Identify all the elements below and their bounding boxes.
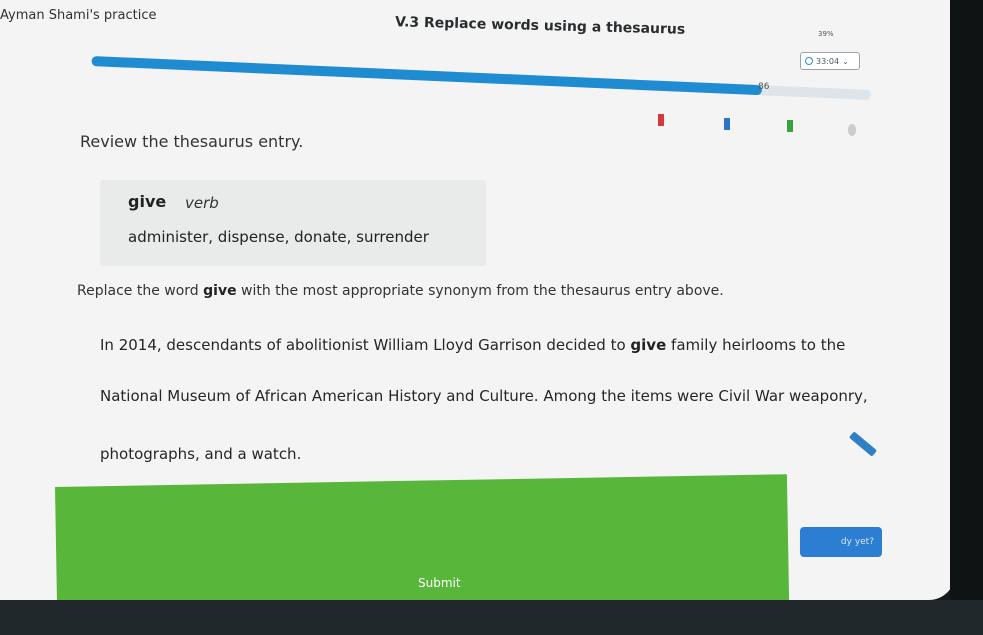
progress-fill	[91, 55, 762, 96]
red-flag-icon	[658, 114, 664, 126]
ready-label: dy yet?	[840, 537, 874, 547]
smart-score: 86	[758, 82, 770, 92]
progress-bar	[91, 52, 872, 104]
green-flag-icon	[787, 120, 793, 132]
blue-flag-icon	[724, 118, 730, 130]
passage-line: photographs, and a watch.	[100, 445, 302, 463]
entry-part-of-speech: verb	[185, 194, 219, 212]
passage-target-word[interactable]: give	[630, 336, 666, 354]
pencil-icon[interactable]	[848, 431, 878, 457]
passage-text: family heirlooms to the	[666, 336, 846, 354]
header-title: Ayman Shami's practice	[0, 8, 157, 23]
question-prompt: Replace the word give with the most appr…	[77, 283, 724, 299]
ready-button[interactable]: dy yet?	[800, 527, 882, 557]
prompt-text-before: Replace the word	[77, 283, 204, 299]
submit-button[interactable]: Submit	[418, 576, 461, 590]
chevron-down-icon: ⌄	[842, 56, 849, 66]
timer-value: 33:04	[816, 56, 840, 66]
status-bar: 39%	[818, 30, 834, 38]
device-bezel	[0, 600, 983, 635]
question-instruction: Review the thesaurus entry.	[80, 132, 304, 151]
entry-synonyms: administer, dispense, donate, surrender	[128, 228, 429, 246]
prompt-text-after: with the most appropriate synonym from t…	[236, 283, 724, 299]
goal-icon	[848, 124, 856, 136]
passage-text: In 2014, descendants of abolitionist Wil…	[100, 336, 631, 354]
entry-word: give	[128, 192, 167, 211]
passage-line: National Museum of African American Hist…	[100, 387, 868, 405]
thesaurus-entry: give verb administer, dispense, donate, …	[100, 180, 486, 266]
practice-name: V.3 Replace words using a thesaurus	[394, 14, 686, 38]
passage-line: In 2014, descendants of abolitionist Wil…	[100, 336, 845, 354]
practice-screen: Ayman Shami's practice V.3 Replace words…	[0, 0, 955, 600]
timer-button[interactable]: 33:04 ⌄	[800, 52, 860, 70]
device-case	[950, 0, 983, 635]
prompt-target-word: give	[203, 283, 237, 299]
clock-icon	[805, 57, 813, 65]
